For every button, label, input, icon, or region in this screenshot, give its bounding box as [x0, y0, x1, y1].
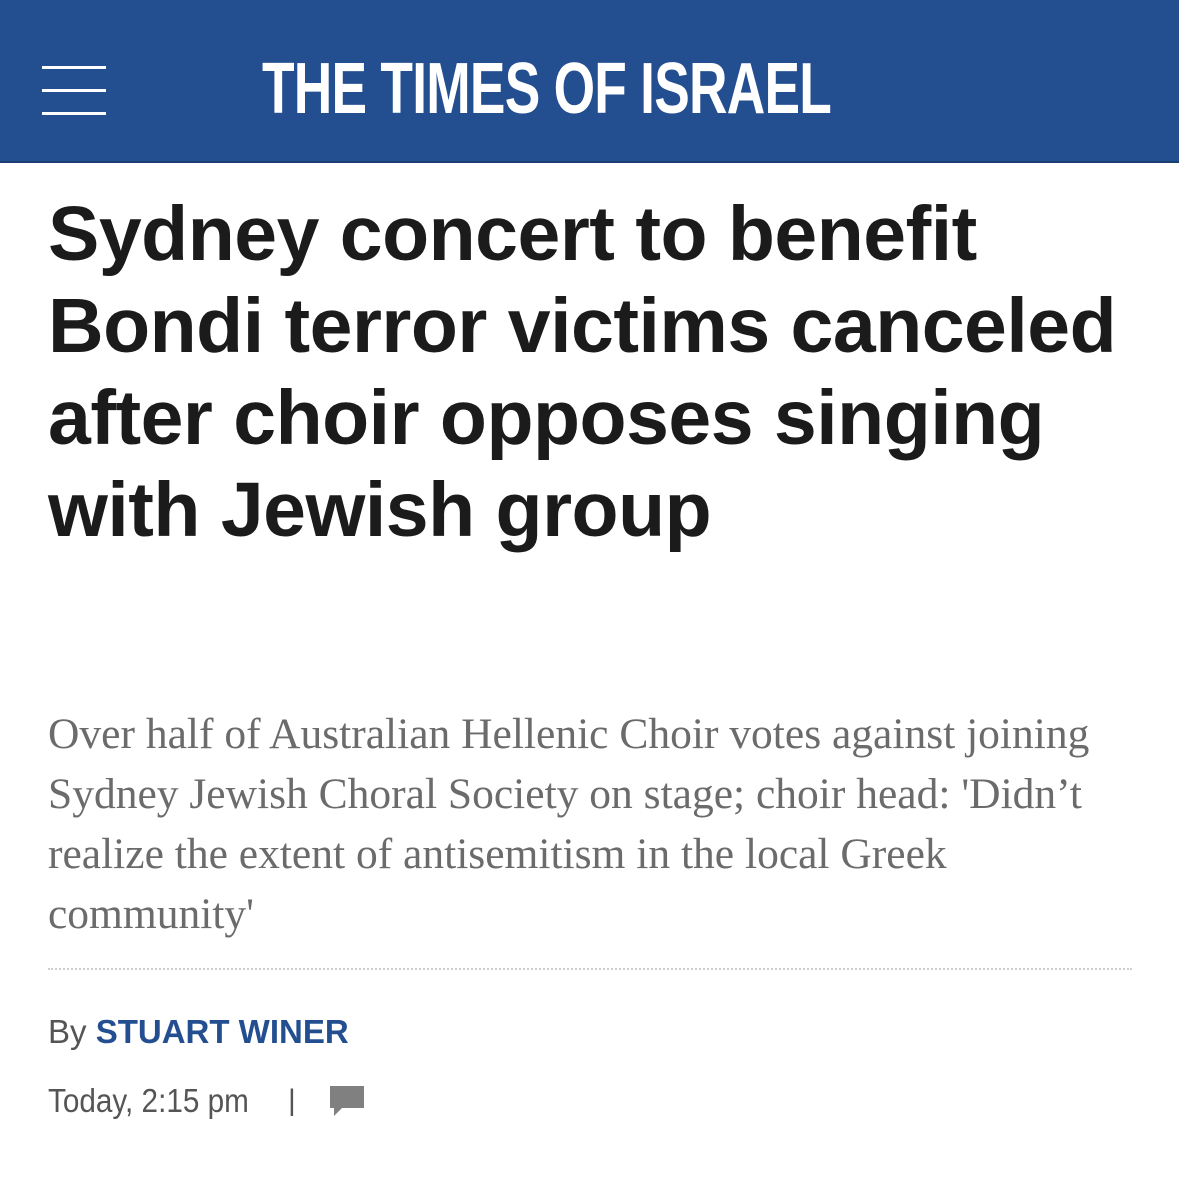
article-headline: Sydney concert to benefit Bondi terror v… — [48, 191, 1117, 553]
menu-line — [42, 112, 106, 115]
article-meta: Today, 2:15 pm | — [48, 1078, 366, 1124]
site-header: THE TIMES OF ISRAEL — [0, 0, 1179, 163]
byline-prefix: By — [48, 1013, 87, 1050]
author-link[interactable]: STUART WINER — [96, 1013, 349, 1050]
menu-line — [42, 89, 106, 92]
dotted-divider — [48, 968, 1132, 970]
hamburger-menu-icon[interactable] — [42, 66, 106, 116]
publish-timestamp: Today, 2:15 pm — [48, 1082, 249, 1119]
comment-bubble-icon[interactable] — [328, 1084, 366, 1118]
meta-separator: | — [288, 1084, 296, 1117]
site-logo[interactable]: THE TIMES OF ISRAEL — [262, 44, 832, 134]
menu-line — [42, 66, 106, 69]
byline: By STUART WINER — [48, 1010, 349, 1054]
article-subhead: Over half of Australian Hellenic Choir v… — [48, 710, 1090, 938]
